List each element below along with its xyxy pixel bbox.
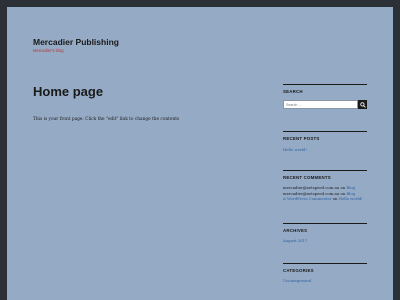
archive-link[interactable]: August 2017 [283, 238, 307, 243]
comment-post-link[interactable]: Blog [346, 191, 355, 196]
archives-widget: ARCHIVES August 2017 [283, 223, 367, 244]
comment-on: on [340, 190, 346, 196]
site-description: Mercadier's blog [33, 48, 64, 53]
search-form: Search … [283, 100, 367, 109]
archives-title: ARCHIVES [283, 228, 308, 233]
categories-widget: CATEGORIES Uncategorized [283, 263, 367, 284]
comment-author: mercadier@netspeed.com.au [283, 185, 340, 190]
recent-comments-widget: RECENT COMMENTS mercadier@netspeed.com.a… [283, 170, 367, 202]
category-item: Uncategorized [283, 278, 367, 284]
comment-on: on [340, 185, 346, 190]
page-content: This is your front page. Click the "edit… [33, 117, 180, 122]
recent-posts-widget: RECENT POSTS Hello world! [283, 131, 367, 153]
page: Mercadier Publishing Mercadier's blog Ho… [7, 7, 393, 300]
search-button[interactable] [358, 100, 367, 109]
categories-title: CATEGORIES [283, 268, 314, 273]
comment-post-link[interactable]: Hello world! [339, 196, 363, 201]
comment-author: mercadier@netspeed.com.au [283, 190, 340, 196]
archive-item: August 2017 [283, 238, 367, 244]
recent-post-item: Hello world! [283, 147, 367, 153]
comment-author-link[interactable]: A WordPress Commenter [283, 196, 332, 201]
search-widget: SEARCH Search … [283, 84, 367, 109]
recent-posts-title: RECENT POSTS [283, 136, 320, 141]
search-input[interactable]: Search … [283, 100, 358, 109]
search-icon [359, 101, 366, 108]
search-widget-title: SEARCH [283, 89, 303, 94]
comment-post-link[interactable]: Blog [346, 185, 355, 190]
comment-item: A WordPress Commenter on Hello world! [283, 196, 367, 202]
site-title[interactable]: Mercadier Publishing [33, 37, 119, 47]
recent-comments-title: RECENT COMMENTS [283, 175, 331, 180]
comment-on: on [332, 196, 338, 202]
category-link[interactable]: Uncategorized [283, 278, 311, 283]
recent-post-link[interactable]: Hello world! [283, 147, 307, 152]
page-title: Home page [33, 84, 104, 99]
